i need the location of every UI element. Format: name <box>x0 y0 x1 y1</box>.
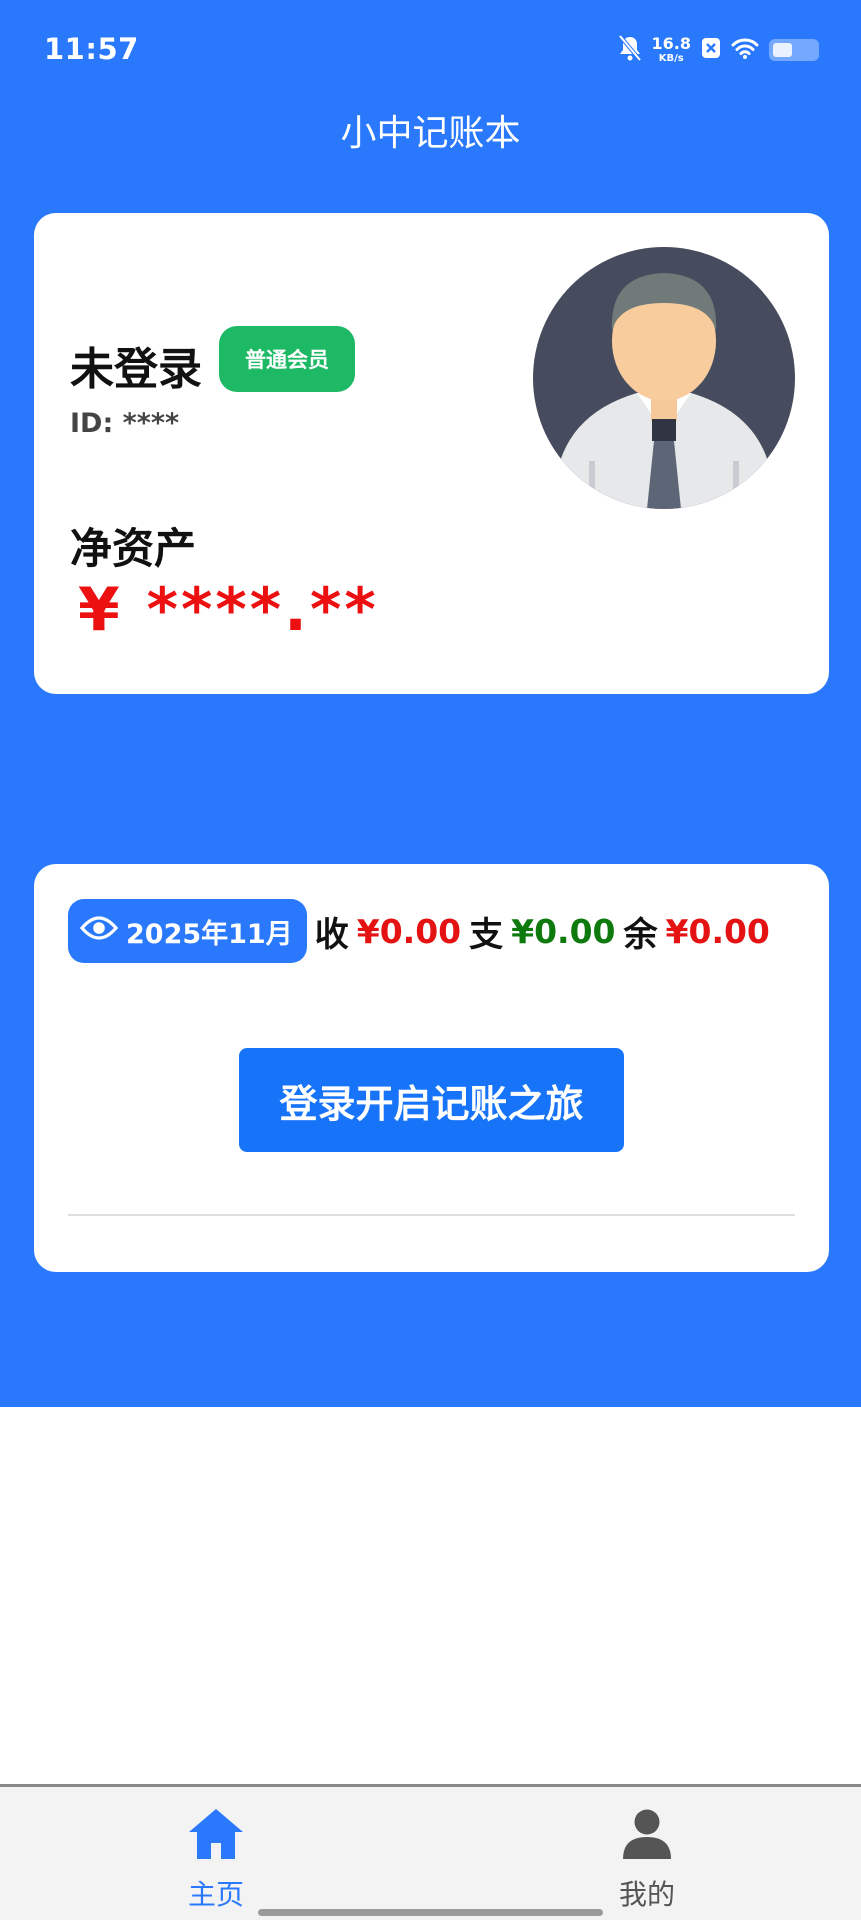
expense-value: ¥0.00 <box>511 911 616 951</box>
monthly-summary-card: 2025年11月 收 ¥0.00 支 ¥0.00 余 ¥0.00 登录开启记账之… <box>34 864 829 1272</box>
nav-item-mine[interactable]: 我的 <box>567 1807 727 1913</box>
battery-icon <box>769 39 819 61</box>
income-value: ¥0.00 <box>356 911 462 951</box>
month-label: 2025年11月 <box>126 918 293 950</box>
profile-card: 未登录 普通会员 ID: **** 净资产 ¥ ****.** <box>34 213 829 694</box>
nav-mine-label: 我的 <box>618 1878 675 1911</box>
expense-label: 支 <box>469 914 504 955</box>
nav-home-label: 主页 <box>187 1878 244 1911</box>
net-assets-label: 净资产 <box>70 524 197 573</box>
login-button[interactable]: 登录开启记账之旅 <box>239 1048 624 1152</box>
income-label: 收 <box>314 914 349 955</box>
month-selector[interactable]: 2025年11月 <box>68 899 307 963</box>
bottom-nav: 主页 我的 <box>0 1784 861 1920</box>
net-speed: 16.8 KB/s <box>651 34 691 64</box>
home-icon <box>187 1807 245 1865</box>
member-badge[interactable]: 普通会员 <box>219 326 355 392</box>
status-bar: 11:57 16.8 KB/s <box>0 0 861 100</box>
bell-off-icon <box>617 34 642 66</box>
eye-icon[interactable] <box>79 915 119 948</box>
app-title: 小中记账本 <box>340 113 521 154</box>
summary-row: 2025年11月 收 ¥0.00 支 ¥0.00 余 ¥0.00 <box>68 899 770 963</box>
balance-label: 余 <box>623 914 658 955</box>
balance-value: ¥0.00 <box>665 911 770 951</box>
net-assets-value: ¥ ****.** <box>78 575 379 645</box>
close-box-icon <box>701 37 721 63</box>
status-icons: 16.8 KB/s <box>617 30 819 70</box>
user-id: ID: **** <box>70 408 180 439</box>
nav-item-home[interactable]: 主页 <box>136 1807 296 1913</box>
wifi-icon <box>731 37 759 63</box>
avatar[interactable] <box>533 247 795 509</box>
home-indicator[interactable] <box>258 1909 603 1916</box>
user-name: 未登录 <box>70 344 202 395</box>
status-time: 11:57 <box>44 32 139 66</box>
divider <box>68 1214 795 1216</box>
person-icon <box>618 1807 676 1865</box>
